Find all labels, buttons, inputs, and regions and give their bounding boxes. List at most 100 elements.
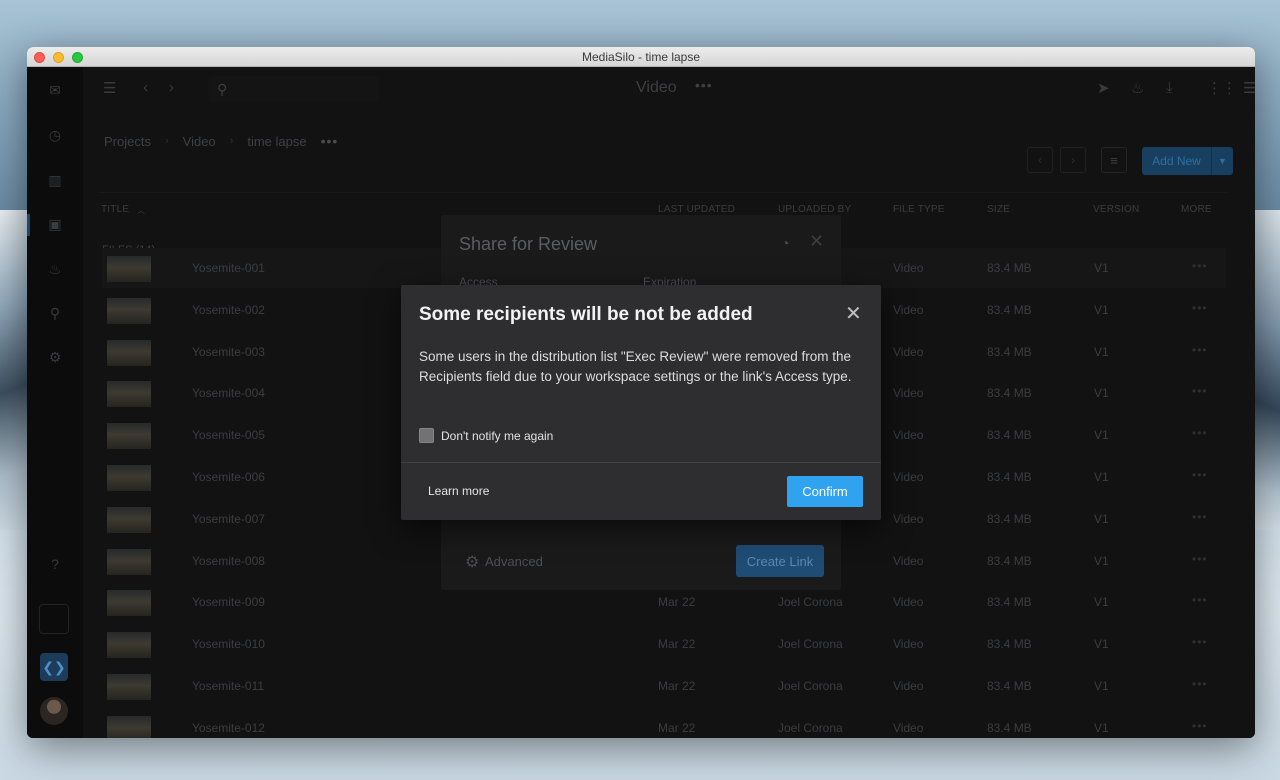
confirm-button[interactable]: Confirm <box>787 476 863 507</box>
video-thumbnail[interactable] <box>107 297 151 324</box>
breadcrumb-video[interactable]: Video <box>183 134 216 149</box>
file-type: Video <box>893 679 924 693</box>
filter-button[interactable]: ≡ <box>1101 147 1127 173</box>
breadcrumb: Projects › Video › time lapse ••• <box>104 133 338 149</box>
file-title[interactable]: Yosemite-008 <box>192 554 265 568</box>
row-more-icon[interactable]: ••• <box>1192 426 1208 440</box>
file-title[interactable]: Yosemite-010 <box>192 637 265 651</box>
file-type: Video <box>893 261 924 275</box>
video-thumbnail[interactable] <box>107 715 151 738</box>
table-row[interactable]: Yosemite-010 Mar 22 Joel Corona Video 83.4 M… <box>102 624 1226 664</box>
row-more-icon[interactable]: ••• <box>1192 593 1208 607</box>
left-rail: ✉ ◷ ▥ ▣ ♨ ⚲ ⚙ ? ❮❯ <box>27 67 83 738</box>
download-icon[interactable]: ⤓ <box>1166 79 1173 96</box>
video-thumbnail[interactable] <box>107 506 151 533</box>
file-title[interactable]: Yosemite-007 <box>192 512 265 526</box>
row-more-icon[interactable]: ••• <box>1192 510 1208 524</box>
recipients-alert-modal: Some recipients will be not be added ✕ S… <box>401 285 881 520</box>
analytics-icon[interactable]: ▥ <box>46 171 64 189</box>
zoom-window-button[interactable] <box>72 52 83 63</box>
learn-more-link[interactable]: Learn more <box>428 484 489 498</box>
video-thumbnail[interactable] <box>107 256 151 282</box>
workspace-logo-icon[interactable]: ❮❯ <box>40 653 68 681</box>
gear-icon[interactable]: ⚙ <box>465 552 479 572</box>
col-last-updated[interactable]: LAST UPDATED <box>658 204 735 215</box>
row-more-icon[interactable]: ••• <box>1192 259 1208 273</box>
close-window-button[interactable] <box>34 52 45 63</box>
close-icon[interactable]: ✕ <box>809 231 824 252</box>
page-menu-icon[interactable]: ••• <box>695 77 713 93</box>
file-title[interactable]: Yosemite-002 <box>192 303 265 317</box>
advanced-button[interactable]: Advanced <box>485 554 543 569</box>
projects-icon[interactable]: ▣ <box>46 215 64 233</box>
row-more-icon[interactable]: ••• <box>1192 719 1208 733</box>
video-thumbnail[interactable] <box>107 381 151 408</box>
video-thumbnail[interactable] <box>107 339 151 366</box>
breadcrumb-menu-icon[interactable]: ••• <box>321 133 339 149</box>
col-title[interactable]: TITLE <box>101 204 129 215</box>
file-title[interactable]: Yosemite-011 <box>192 679 264 693</box>
search-rail-icon[interactable]: ⚲ <box>46 304 64 322</box>
dont-notify-option[interactable]: Don't notify me again <box>419 428 553 443</box>
help-icon[interactable]: ? <box>46 555 64 573</box>
file-title[interactable]: Yosemite-006 <box>192 470 265 484</box>
video-thumbnail[interactable] <box>107 548 151 575</box>
prev-page-button[interactable]: ‹ <box>1027 147 1053 173</box>
breadcrumb-projects[interactable]: Projects <box>104 134 151 149</box>
col-uploaded-by[interactable]: UPLOADED BY <box>778 204 851 215</box>
row-more-icon[interactable]: ••• <box>1192 677 1208 691</box>
breadcrumb-time-lapse[interactable]: time lapse <box>247 134 306 149</box>
table-row[interactable]: Yosemite-011 Mar 22 Joel Corona Video 83.4 M… <box>102 666 1226 706</box>
file-title[interactable]: Yosemite-003 <box>192 345 265 359</box>
video-thumbnail[interactable] <box>107 423 151 450</box>
file-title[interactable]: Yosemite-012 <box>192 721 265 735</box>
apps-grid-icon[interactable]: ⋮⋮ <box>1207 79 1237 97</box>
video-thumbnail[interactable] <box>107 632 151 659</box>
dont-notify-checkbox[interactable] <box>419 428 434 443</box>
add-new-label[interactable]: Add New <box>1142 147 1211 175</box>
search-input[interactable]: ⚲ <box>209 76 379 102</box>
forward-arrow-icon[interactable]: › <box>169 79 174 96</box>
file-size: 83.4 MB <box>987 679 1032 693</box>
file-title[interactable]: Yosemite-001 <box>192 261 265 275</box>
workspace-slot[interactable] <box>39 604 69 634</box>
inbox-icon[interactable]: ✉ <box>46 81 64 99</box>
flame-icon[interactable]: ♨ <box>1131 79 1144 97</box>
chevron-down-icon[interactable]: ▼ <box>1211 147 1233 175</box>
table-row[interactable]: Yosemite-012 Mar 22 Joel Corona Video 83.4 M… <box>102 708 1226 738</box>
panel-toggle-icon[interactable]: ☰ <box>1243 79 1255 97</box>
avatar[interactable] <box>40 697 68 725</box>
col-file-type[interactable]: FILE TYPE <box>893 204 945 215</box>
file-title[interactable]: Yosemite-004 <box>192 386 265 400</box>
settings-icon[interactable]: ⚙ <box>46 348 64 366</box>
video-thumbnail[interactable] <box>107 674 151 700</box>
file-version: V1 <box>1094 428 1109 443</box>
hot-icon[interactable]: ♨ <box>46 260 64 278</box>
row-more-icon[interactable]: ••• <box>1192 343 1208 357</box>
file-type: Video <box>893 302 924 317</box>
rss-icon[interactable]: ◔ <box>781 235 789 251</box>
row-more-icon[interactable]: ••• <box>1192 552 1208 566</box>
create-link-button[interactable]: Create Link <box>736 545 824 577</box>
back-arrow-icon[interactable]: ‹ <box>143 79 148 96</box>
next-page-button[interactable]: › <box>1060 147 1086 173</box>
add-new-button[interactable]: Add New ▼ <box>1142 147 1233 175</box>
minimize-window-button[interactable] <box>53 52 64 63</box>
video-thumbnail[interactable] <box>107 465 151 491</box>
col-version[interactable]: VERSION <box>1093 204 1139 215</box>
col-size[interactable]: SIZE <box>987 204 1010 215</box>
video-thumbnail[interactable] <box>107 590 151 617</box>
row-more-icon[interactable]: ••• <box>1192 301 1208 315</box>
sort-up-icon[interactable]: ︿ <box>137 205 145 216</box>
dont-notify-label[interactable]: Don't notify me again <box>441 429 553 443</box>
send-icon[interactable]: ➤ <box>1097 79 1110 97</box>
file-title[interactable]: Yosemite-009 <box>192 595 265 609</box>
row-more-icon[interactable]: ••• <box>1192 635 1208 649</box>
row-more-icon[interactable]: ••• <box>1192 384 1208 398</box>
collapse-sidebar-icon[interactable]: ☰ <box>103 79 116 97</box>
row-more-icon[interactable]: ••• <box>1192 468 1208 482</box>
clock-icon[interactable]: ◷ <box>46 126 64 144</box>
window-titlebar: MediaSilo - time lapse <box>27 47 1255 67</box>
file-title[interactable]: Yosemite-005 <box>192 428 265 442</box>
close-icon[interactable]: ✕ <box>845 301 862 326</box>
